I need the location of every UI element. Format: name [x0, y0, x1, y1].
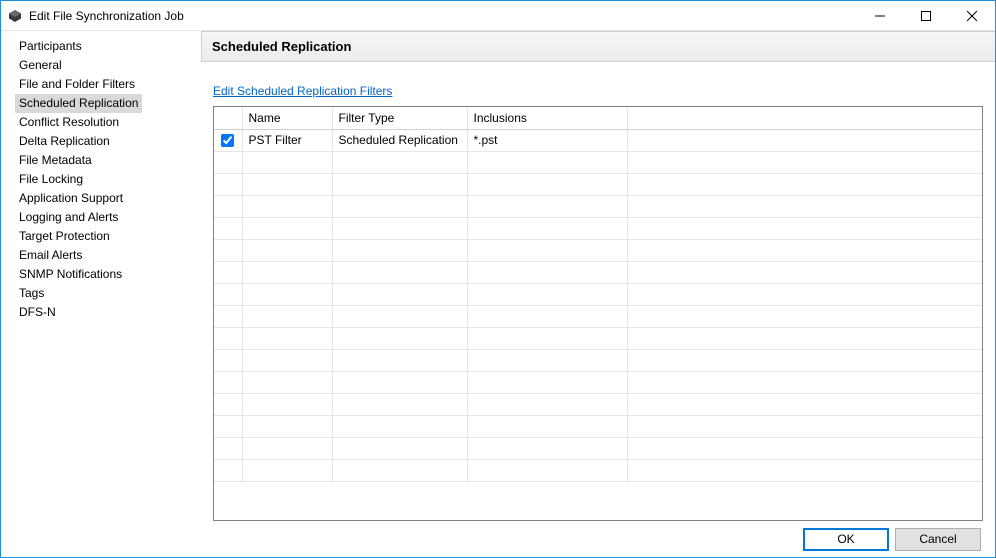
sidebar-item-snmp-notifications[interactable]: SNMP Notifications: [15, 265, 126, 284]
cell-filter-type: Scheduled Replication: [332, 129, 467, 151]
main-body: Edit Scheduled Replication Filters NameF…: [201, 62, 995, 521]
table-row-empty: [214, 217, 982, 239]
cell-inclusions: *.pst: [467, 129, 627, 151]
sidebar-item-logging-and-alerts[interactable]: Logging and Alerts: [15, 208, 122, 227]
column-header-spacer[interactable]: [627, 107, 982, 129]
main-panel: Scheduled Replication Edit Scheduled Rep…: [201, 31, 995, 521]
cell-name: PST Filter: [242, 129, 332, 151]
maximize-button[interactable]: [903, 1, 949, 31]
table-row-empty: [214, 327, 982, 349]
table-row-empty: [214, 349, 982, 371]
dialog-footer: OK Cancel: [1, 521, 995, 557]
table-row-empty: [214, 151, 982, 173]
sidebar-item-conflict-resolution[interactable]: Conflict Resolution: [15, 113, 123, 132]
table-row-empty: [214, 305, 982, 327]
app-icon: [7, 8, 23, 24]
sidebar-item-file-and-folder-filters[interactable]: File and Folder Filters: [15, 75, 139, 94]
page-title: Scheduled Replication: [201, 31, 995, 62]
cell-spacer: [627, 129, 982, 151]
table-row-empty: [214, 371, 982, 393]
table-row-empty: [214, 415, 982, 437]
table-row-empty: [214, 261, 982, 283]
sidebar-item-participants[interactable]: Participants: [15, 37, 86, 56]
sidebar-item-scheduled-replication[interactable]: Scheduled Replication: [15, 94, 142, 113]
table-row-empty: [214, 239, 982, 261]
table-row-empty: [214, 283, 982, 305]
filters-table: NameFilter TypeInclusionsPST FilterSched…: [214, 107, 982, 482]
filters-table-container: NameFilter TypeInclusionsPST FilterSched…: [213, 106, 983, 521]
content-area: ParticipantsGeneralFile and Folder Filte…: [1, 31, 995, 521]
sidebar-item-file-metadata[interactable]: File Metadata: [15, 151, 96, 170]
sidebar-item-dfs-n[interactable]: DFS-N: [15, 303, 60, 322]
sidebar-item-general[interactable]: General: [15, 56, 66, 75]
edit-filters-link[interactable]: Edit Scheduled Replication Filters: [213, 84, 983, 98]
sidebar-item-file-locking[interactable]: File Locking: [15, 170, 87, 189]
minimize-button[interactable]: [857, 1, 903, 31]
column-header-filter-type[interactable]: Filter Type: [332, 107, 467, 129]
sidebar: ParticipantsGeneralFile and Folder Filte…: [1, 31, 201, 521]
column-header-checkbox[interactable]: [214, 107, 242, 129]
table-row-empty: [214, 393, 982, 415]
row-checkbox[interactable]: [221, 134, 234, 147]
sidebar-item-tags[interactable]: Tags: [15, 284, 48, 303]
sidebar-item-application-support[interactable]: Application Support: [15, 189, 127, 208]
ok-button[interactable]: OK: [803, 528, 889, 551]
close-button[interactable]: [949, 1, 995, 31]
table-row-empty: [214, 459, 982, 481]
column-header-name[interactable]: Name: [242, 107, 332, 129]
table-row-empty: [214, 173, 982, 195]
cancel-button[interactable]: Cancel: [895, 528, 981, 551]
sidebar-item-delta-replication[interactable]: Delta Replication: [15, 132, 114, 151]
titlebar: Edit File Synchronization Job: [1, 1, 995, 31]
window-title: Edit File Synchronization Job: [29, 9, 857, 23]
window-buttons: [857, 1, 995, 31]
table-row[interactable]: PST FilterScheduled Replication*.pst: [214, 129, 982, 151]
sidebar-item-email-alerts[interactable]: Email Alerts: [15, 246, 86, 265]
table-row-empty: [214, 437, 982, 459]
table-row-empty: [214, 195, 982, 217]
column-header-inclusions[interactable]: Inclusions: [467, 107, 627, 129]
sidebar-item-target-protection[interactable]: Target Protection: [15, 227, 114, 246]
